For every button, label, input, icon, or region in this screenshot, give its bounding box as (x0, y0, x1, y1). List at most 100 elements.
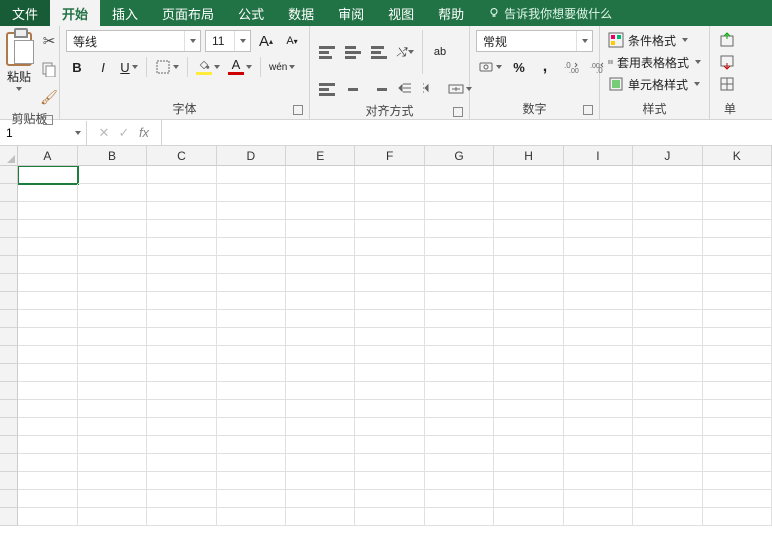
cell[interactable] (78, 508, 147, 526)
currency-button[interactable] (476, 56, 504, 78)
cell[interactable] (18, 382, 78, 400)
cell[interactable] (703, 328, 772, 346)
cell[interactable] (633, 292, 702, 310)
cell[interactable] (633, 382, 702, 400)
cell[interactable] (703, 166, 772, 184)
cell[interactable] (564, 418, 633, 436)
tab-page-layout[interactable]: 页面布局 (150, 0, 226, 26)
cell[interactable] (18, 202, 78, 220)
cell[interactable] (78, 220, 147, 238)
cell[interactable] (494, 202, 563, 220)
format-as-table-button[interactable]: 套用表格格式 (606, 52, 703, 72)
cell[interactable] (355, 472, 424, 490)
cell[interactable] (425, 418, 494, 436)
cell[interactable] (355, 310, 424, 328)
cell[interactable] (147, 418, 216, 436)
cell[interactable] (564, 490, 633, 508)
cell[interactable] (18, 238, 78, 256)
cell[interactable] (78, 418, 147, 436)
cell[interactable] (78, 436, 147, 454)
cell[interactable] (147, 490, 216, 508)
column-header[interactable]: D (217, 146, 286, 166)
cell[interactable] (147, 400, 216, 418)
column-header[interactable]: C (147, 146, 216, 166)
cell[interactable] (633, 436, 702, 454)
cell[interactable] (564, 454, 633, 472)
cell[interactable] (425, 310, 494, 328)
cell[interactable] (217, 346, 286, 364)
cells-area[interactable] (18, 166, 772, 534)
column-header[interactable]: E (286, 146, 355, 166)
cell[interactable] (18, 184, 78, 202)
cell[interactable] (286, 256, 355, 274)
cell[interactable] (78, 274, 147, 292)
align-top-button[interactable] (316, 41, 338, 63)
cell[interactable] (355, 490, 424, 508)
cell[interactable] (355, 400, 424, 418)
cell[interactable] (703, 454, 772, 472)
cell[interactable] (564, 346, 633, 364)
align-left-button[interactable] (316, 78, 338, 100)
cell[interactable] (78, 166, 147, 184)
cell[interactable] (703, 436, 772, 454)
cell[interactable] (217, 310, 286, 328)
cell[interactable] (217, 202, 286, 220)
delete-cells-button[interactable] (716, 52, 738, 72)
cell[interactable] (494, 238, 563, 256)
cell[interactable] (564, 364, 633, 382)
cell[interactable] (564, 292, 633, 310)
cell[interactable] (147, 274, 216, 292)
row-header[interactable] (0, 256, 18, 274)
cell[interactable] (703, 508, 772, 526)
cell[interactable] (494, 400, 563, 418)
cell[interactable] (78, 256, 147, 274)
cell[interactable] (18, 310, 78, 328)
cell[interactable] (425, 166, 494, 184)
row-header[interactable] (0, 184, 18, 202)
cell[interactable] (633, 400, 702, 418)
cell[interactable] (703, 292, 772, 310)
cell[interactable] (703, 400, 772, 418)
tell-me-search[interactable]: 告诉我你想要做什么 (476, 0, 612, 26)
cell[interactable] (494, 274, 563, 292)
percent-button[interactable]: % (508, 56, 530, 78)
cell[interactable] (18, 256, 78, 274)
cell[interactable] (286, 274, 355, 292)
cell[interactable] (494, 436, 563, 454)
accept-formula-button[interactable]: ✓ (117, 125, 131, 141)
tab-review[interactable]: 审阅 (326, 0, 376, 26)
phonetic-button[interactable]: wén (267, 56, 297, 78)
cell[interactable] (217, 256, 286, 274)
cell[interactable] (18, 454, 78, 472)
cell[interactable] (78, 202, 147, 220)
cell[interactable] (425, 382, 494, 400)
row-header[interactable] (0, 238, 18, 256)
cell[interactable] (494, 364, 563, 382)
cell[interactable] (564, 220, 633, 238)
dialog-launcher-icon[interactable] (453, 107, 463, 117)
select-all-corner[interactable] (0, 146, 18, 166)
cell[interactable] (425, 472, 494, 490)
cell[interactable] (633, 220, 702, 238)
cancel-formula-button[interactable]: ✕ (97, 125, 111, 141)
cell[interactable] (286, 418, 355, 436)
dialog-launcher-icon[interactable] (43, 115, 53, 125)
cell[interactable] (703, 490, 772, 508)
tab-formulas[interactable]: 公式 (226, 0, 276, 26)
cell[interactable] (633, 508, 702, 526)
cell[interactable] (147, 328, 216, 346)
comma-button[interactable]: , (534, 56, 556, 78)
dialog-launcher-icon[interactable] (583, 105, 593, 115)
cell[interactable] (217, 292, 286, 310)
cell[interactable] (147, 202, 216, 220)
cell[interactable] (494, 220, 563, 238)
row-header[interactable] (0, 400, 18, 418)
underline-button[interactable]: U (118, 56, 140, 78)
tab-help[interactable]: 帮助 (426, 0, 476, 26)
cut-button[interactable]: ✂ (38, 30, 60, 52)
cell[interactable] (147, 472, 216, 490)
cell[interactable] (494, 490, 563, 508)
cell[interactable] (355, 274, 424, 292)
cell[interactable] (147, 346, 216, 364)
cell[interactable] (18, 508, 78, 526)
